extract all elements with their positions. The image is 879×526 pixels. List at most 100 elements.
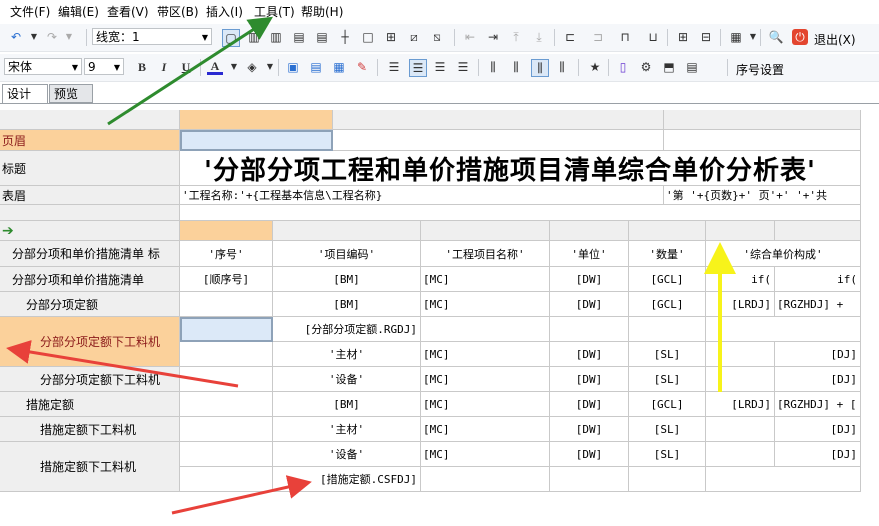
band-label-quota-materials-selected[interactable]: 分部分项定额下工料机 bbox=[0, 317, 180, 367]
border-none-icon[interactable]: ▢ bbox=[222, 29, 240, 47]
field-cell[interactable]: [DW] bbox=[550, 367, 629, 392]
field-cell[interactable]: [LRDJ] bbox=[706, 292, 775, 317]
field-cell[interactable]: [DJ] bbox=[775, 417, 861, 442]
delete-row-icon[interactable]: ⊐ bbox=[590, 29, 606, 45]
merge-up-icon[interactable]: ⤒ bbox=[508, 29, 524, 45]
column-header[interactable] bbox=[550, 221, 629, 241]
field-cell[interactable]: if( bbox=[706, 267, 775, 292]
field-cell[interactable]: [GCL] bbox=[629, 392, 706, 417]
page-header-cell[interactable] bbox=[664, 130, 861, 151]
field-cell[interactable]: [DJ] bbox=[775, 442, 861, 467]
field-cell[interactable]: '设备' bbox=[273, 442, 421, 467]
column-header-seq[interactable] bbox=[180, 221, 273, 241]
col-title-unit[interactable]: '单位' bbox=[550, 241, 629, 267]
selected-cell[interactable] bbox=[180, 130, 333, 151]
column-header-a[interactable] bbox=[180, 110, 333, 130]
field-cell[interactable] bbox=[550, 467, 629, 492]
merge-left-icon[interactable]: ⇤ bbox=[462, 29, 478, 45]
export-icon[interactable]: ⬒ bbox=[661, 59, 677, 75]
tab-design[interactable]: 设计 bbox=[2, 84, 48, 103]
underline-icon[interactable]: U bbox=[178, 59, 194, 75]
field-cell[interactable]: [DW] bbox=[550, 292, 629, 317]
table-dropdown-icon[interactable]: ▼ bbox=[745, 29, 761, 45]
column-header-c[interactable] bbox=[664, 110, 861, 130]
column-header[interactable] bbox=[706, 221, 775, 241]
field-cell[interactable] bbox=[706, 342, 775, 367]
valign-bottom-icon[interactable]: ⫼ bbox=[554, 59, 570, 75]
col-title-composition[interactable]: '综合单价构成' bbox=[706, 241, 861, 267]
field-cell[interactable]: [SL] bbox=[629, 417, 706, 442]
insert-col-icon[interactable]: ⊓ bbox=[617, 29, 633, 45]
menu-view[interactable]: 查看(V) bbox=[107, 3, 149, 20]
field-cell[interactable]: [SL] bbox=[629, 367, 706, 392]
valign-top-icon[interactable]: ⫼ bbox=[508, 59, 524, 75]
field-cell[interactable]: [DW] bbox=[550, 342, 629, 367]
project-name-expression[interactable]: '工程名称:'+{工程基本信息\工程名称} bbox=[180, 186, 664, 205]
fill-color-dropdown-icon[interactable]: ▼ bbox=[262, 59, 278, 75]
field-cell[interactable] bbox=[706, 442, 775, 467]
band-label-table-header[interactable]: 表眉 bbox=[0, 186, 180, 205]
border-all-icon[interactable]: ⊞ bbox=[383, 29, 399, 45]
col-title-code[interactable]: '项目编码' bbox=[273, 241, 421, 267]
exit-button[interactable]: 退出(X) bbox=[814, 31, 856, 48]
field-cell[interactable]: [GCL] bbox=[629, 292, 706, 317]
insert-row-icon[interactable]: ⊏ bbox=[562, 29, 578, 45]
band-label-page-header[interactable]: 页眉 bbox=[0, 130, 180, 151]
band-label-measure-materials[interactable]: 措施定额下工料机 bbox=[0, 417, 180, 442]
report-title[interactable]: '分部分项工程和单价措施项目清单综合单价分析表' bbox=[180, 151, 861, 186]
field-cell[interactable]: '主材' bbox=[273, 342, 421, 367]
diagonal-up-icon[interactable]: ⧅ bbox=[429, 29, 445, 45]
field-cell[interactable]: [BM] bbox=[273, 292, 421, 317]
column-header[interactable] bbox=[629, 221, 706, 241]
field-cell[interactable] bbox=[421, 317, 550, 342]
page-number-expression[interactable]: '第 '+{页数}+' 页'+' '+'共 bbox=[664, 186, 861, 205]
field-cell[interactable]: [MC] bbox=[421, 267, 550, 292]
field-cell[interactable]: '主材' bbox=[273, 417, 421, 442]
band-label-measure-materials-2[interactable]: 措施定额下工料机 bbox=[0, 442, 180, 492]
border-inner-icon[interactable]: ┼ bbox=[337, 29, 353, 45]
col-title-qty[interactable]: '数量' bbox=[629, 241, 706, 267]
column-header[interactable] bbox=[421, 221, 550, 241]
field-cell[interactable]: [RGZHDJ] + bbox=[775, 292, 861, 317]
menu-file[interactable]: 文件(F) bbox=[10, 3, 50, 20]
band-label-list-header[interactable]: 分部分项和单价措施清单 标 bbox=[0, 241, 180, 267]
field-cell[interactable]: [DW] bbox=[550, 442, 629, 467]
band-label-quota-equipment[interactable]: 分部分项定额下工料机 bbox=[0, 367, 180, 392]
report-design-grid[interactable]: 页眉 标题 '分部分项工程和单价措施项目清单综合单价分析表' 表眉 '工程名称:… bbox=[0, 110, 861, 526]
font-size-combo[interactable]: 9 ▼ bbox=[84, 58, 124, 75]
field-cell[interactable]: [MC] bbox=[421, 342, 550, 367]
field-cell[interactable]: [DW] bbox=[550, 392, 629, 417]
font-color-icon[interactable]: A bbox=[207, 59, 223, 75]
field-cell[interactable] bbox=[180, 367, 273, 392]
diagonal-down-icon[interactable]: ⧄ bbox=[406, 29, 422, 45]
undo-icon[interactable]: ↶ bbox=[8, 29, 24, 45]
merge-cell-icon[interactable]: ⊟ bbox=[698, 29, 714, 45]
field-cell[interactable]: [MC] bbox=[421, 417, 550, 442]
column-header-b[interactable] bbox=[333, 110, 664, 130]
valign-fill-icon[interactable]: ⫼ bbox=[485, 59, 501, 75]
band-label-quota[interactable]: 分部分项定额 bbox=[0, 292, 180, 317]
page-setup-icon[interactable]: ▯ bbox=[615, 59, 631, 75]
field-cell[interactable] bbox=[180, 342, 273, 367]
bold-icon[interactable]: B bbox=[134, 59, 150, 75]
field-cell[interactable]: [MC] bbox=[421, 367, 550, 392]
align-justify-icon[interactable]: ☰ bbox=[386, 59, 402, 75]
field-cell[interactable] bbox=[180, 292, 273, 317]
menu-tools[interactable]: 工具(T) bbox=[254, 3, 295, 20]
field-cell[interactable] bbox=[550, 317, 629, 342]
table-icon[interactable]: ▦ bbox=[728, 29, 744, 45]
field-cell[interactable]: if( bbox=[775, 267, 861, 292]
field-cell[interactable]: [DW] bbox=[550, 417, 629, 442]
border-outer-icon[interactable]: □ bbox=[360, 29, 376, 45]
gear-icon[interactable]: ⚙ bbox=[638, 59, 654, 75]
font-name-combo[interactable]: 宋体 ▼ bbox=[4, 58, 82, 75]
field-cell[interactable]: [MC] bbox=[421, 392, 550, 417]
field-cell[interactable]: [RGZHDJ] + [ bbox=[775, 392, 861, 417]
field-cell[interactable]: [BM] bbox=[273, 392, 421, 417]
delete-col-icon[interactable]: ⊔ bbox=[645, 29, 661, 45]
band-label-title[interactable]: 标题 bbox=[0, 151, 180, 186]
field-cell[interactable]: [措施定额.CSFDJ] bbox=[273, 467, 421, 492]
col-title-name[interactable]: '工程项目名称' bbox=[421, 241, 550, 267]
menu-help[interactable]: 帮助(H) bbox=[301, 3, 343, 20]
field-cell[interactable]: [MC] bbox=[421, 442, 550, 467]
